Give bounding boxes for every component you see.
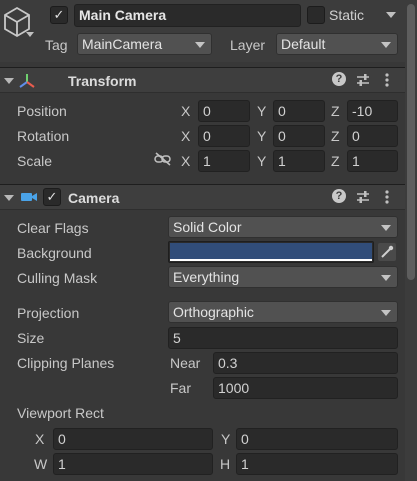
presets-icon[interactable] bbox=[356, 73, 370, 87]
clear-flags-label: Clear Flags bbox=[17, 220, 89, 236]
far-field[interactable]: 1000 bbox=[213, 377, 398, 399]
clipping-planes-label: Clipping Planes bbox=[17, 355, 115, 371]
camera-header[interactable]: ✓ Camera ? bbox=[0, 184, 405, 210]
alpha-bar bbox=[170, 259, 372, 261]
clear-flags-value: Solid Color bbox=[173, 219, 242, 235]
near-label[interactable]: Near bbox=[170, 354, 200, 372]
rotation-y-axis-label[interactable]: Y bbox=[257, 127, 266, 145]
static-checkbox[interactable] bbox=[307, 6, 325, 24]
transform-header[interactable]: Transform ? bbox=[0, 67, 405, 93]
kebab-menu-icon[interactable] bbox=[384, 72, 390, 88]
rotation-z-field[interactable]: 0 bbox=[347, 125, 398, 147]
clear-flags-dropdown[interactable]: Solid Color bbox=[168, 216, 398, 238]
tag-value: MainCamera bbox=[82, 36, 163, 52]
projection-value: Orthographic bbox=[173, 304, 254, 320]
rotation-x-field[interactable]: 0 bbox=[198, 125, 250, 147]
rotation-label: Rotation bbox=[17, 128, 70, 144]
kebab-menu-icon[interactable] bbox=[384, 189, 390, 205]
culling-mask-value: Everything bbox=[173, 269, 240, 285]
tag-dropdown[interactable]: MainCamera bbox=[77, 33, 212, 55]
viewport-rect-label: Viewport Rect bbox=[17, 405, 104, 421]
position-z-axis-label[interactable]: Z bbox=[331, 102, 340, 120]
scale-x-axis-label[interactable]: X bbox=[181, 152, 190, 170]
static-label: Static bbox=[329, 7, 365, 23]
position-y-field[interactable]: 0 bbox=[273, 100, 325, 122]
size-field[interactable]: 5 bbox=[168, 327, 398, 349]
chevron-down-icon bbox=[195, 42, 205, 48]
scale-y-field[interactable]: 1 bbox=[273, 150, 325, 172]
foldout-arrow-icon[interactable] bbox=[4, 78, 14, 84]
rotation-x-axis-label[interactable]: X bbox=[181, 127, 190, 145]
link-icon[interactable] bbox=[154, 152, 172, 166]
chevron-down-icon bbox=[381, 310, 391, 316]
viewport-y-axis-label[interactable]: Y bbox=[221, 430, 230, 448]
camera-title: Camera bbox=[68, 190, 120, 206]
eyedropper-icon[interactable] bbox=[378, 243, 396, 261]
scrollbar-thumb[interactable] bbox=[407, 4, 415, 280]
tag-label: Tag bbox=[45, 37, 68, 53]
camera-enabled-checkbox[interactable]: ✓ bbox=[43, 188, 61, 206]
position-x-axis-label[interactable]: X bbox=[181, 102, 190, 120]
background-color-swatch[interactable] bbox=[170, 243, 372, 259]
transform-title: Transform bbox=[68, 73, 137, 89]
scale-y-axis-label[interactable]: Y bbox=[257, 152, 266, 170]
chevron-down-icon bbox=[381, 225, 391, 231]
active-checkbox[interactable]: ✓ bbox=[50, 6, 68, 24]
scale-x-field[interactable]: 1 bbox=[198, 150, 250, 172]
background-label: Background bbox=[17, 245, 92, 261]
presets-icon[interactable] bbox=[356, 190, 370, 204]
position-y-axis-label[interactable]: Y bbox=[257, 102, 266, 120]
layer-value: Default bbox=[281, 36, 326, 52]
icon-dropdown-arrow[interactable] bbox=[26, 32, 34, 37]
far-label[interactable]: Far bbox=[170, 379, 191, 397]
viewport-y-field[interactable]: 0 bbox=[236, 428, 398, 450]
gameobject-name-field[interactable]: Main Camera bbox=[74, 4, 301, 27]
background-color-field[interactable] bbox=[168, 241, 374, 263]
viewport-w-axis-label[interactable]: W bbox=[34, 455, 47, 473]
size-label: Size bbox=[17, 330, 45, 346]
viewport-w-field[interactable]: 1 bbox=[53, 453, 213, 475]
foldout-arrow-icon[interactable] bbox=[4, 195, 14, 201]
camera-icon bbox=[21, 193, 37, 201]
chevron-down-icon bbox=[381, 42, 391, 48]
projection-label: Projection bbox=[17, 305, 80, 321]
rotation-z-axis-label[interactable]: Z bbox=[331, 127, 340, 145]
position-z-field[interactable]: -10 bbox=[347, 100, 398, 122]
inspector-scrollbar[interactable] bbox=[405, 0, 417, 481]
scale-z-axis-label[interactable]: Z bbox=[331, 152, 340, 170]
position-label: Position bbox=[17, 103, 67, 119]
viewport-x-axis-label[interactable]: X bbox=[35, 430, 44, 448]
viewport-h-field[interactable]: 1 bbox=[236, 453, 398, 475]
scale-z-field[interactable]: 1 bbox=[347, 150, 398, 172]
viewport-h-axis-label[interactable]: H bbox=[220, 455, 230, 473]
projection-dropdown[interactable]: Orthographic bbox=[168, 301, 398, 323]
culling-mask-label: Culling Mask bbox=[17, 270, 98, 286]
rotation-y-field[interactable]: 0 bbox=[273, 125, 325, 147]
layer-label: Layer bbox=[230, 37, 266, 53]
near-field[interactable]: 0.3 bbox=[213, 352, 398, 374]
chevron-down-icon bbox=[381, 275, 391, 281]
transform-axes-icon bbox=[19, 74, 35, 88]
help-icon[interactable]: ? bbox=[332, 72, 346, 86]
position-x-field[interactable]: 0 bbox=[198, 100, 250, 122]
layer-dropdown[interactable]: Default bbox=[276, 33, 398, 55]
help-icon[interactable]: ? bbox=[332, 189, 346, 203]
scale-label: Scale bbox=[17, 153, 53, 169]
viewport-x-field[interactable]: 0 bbox=[53, 428, 213, 450]
static-dropdown-arrow[interactable] bbox=[386, 12, 396, 18]
culling-mask-dropdown[interactable]: Everything bbox=[168, 266, 398, 288]
